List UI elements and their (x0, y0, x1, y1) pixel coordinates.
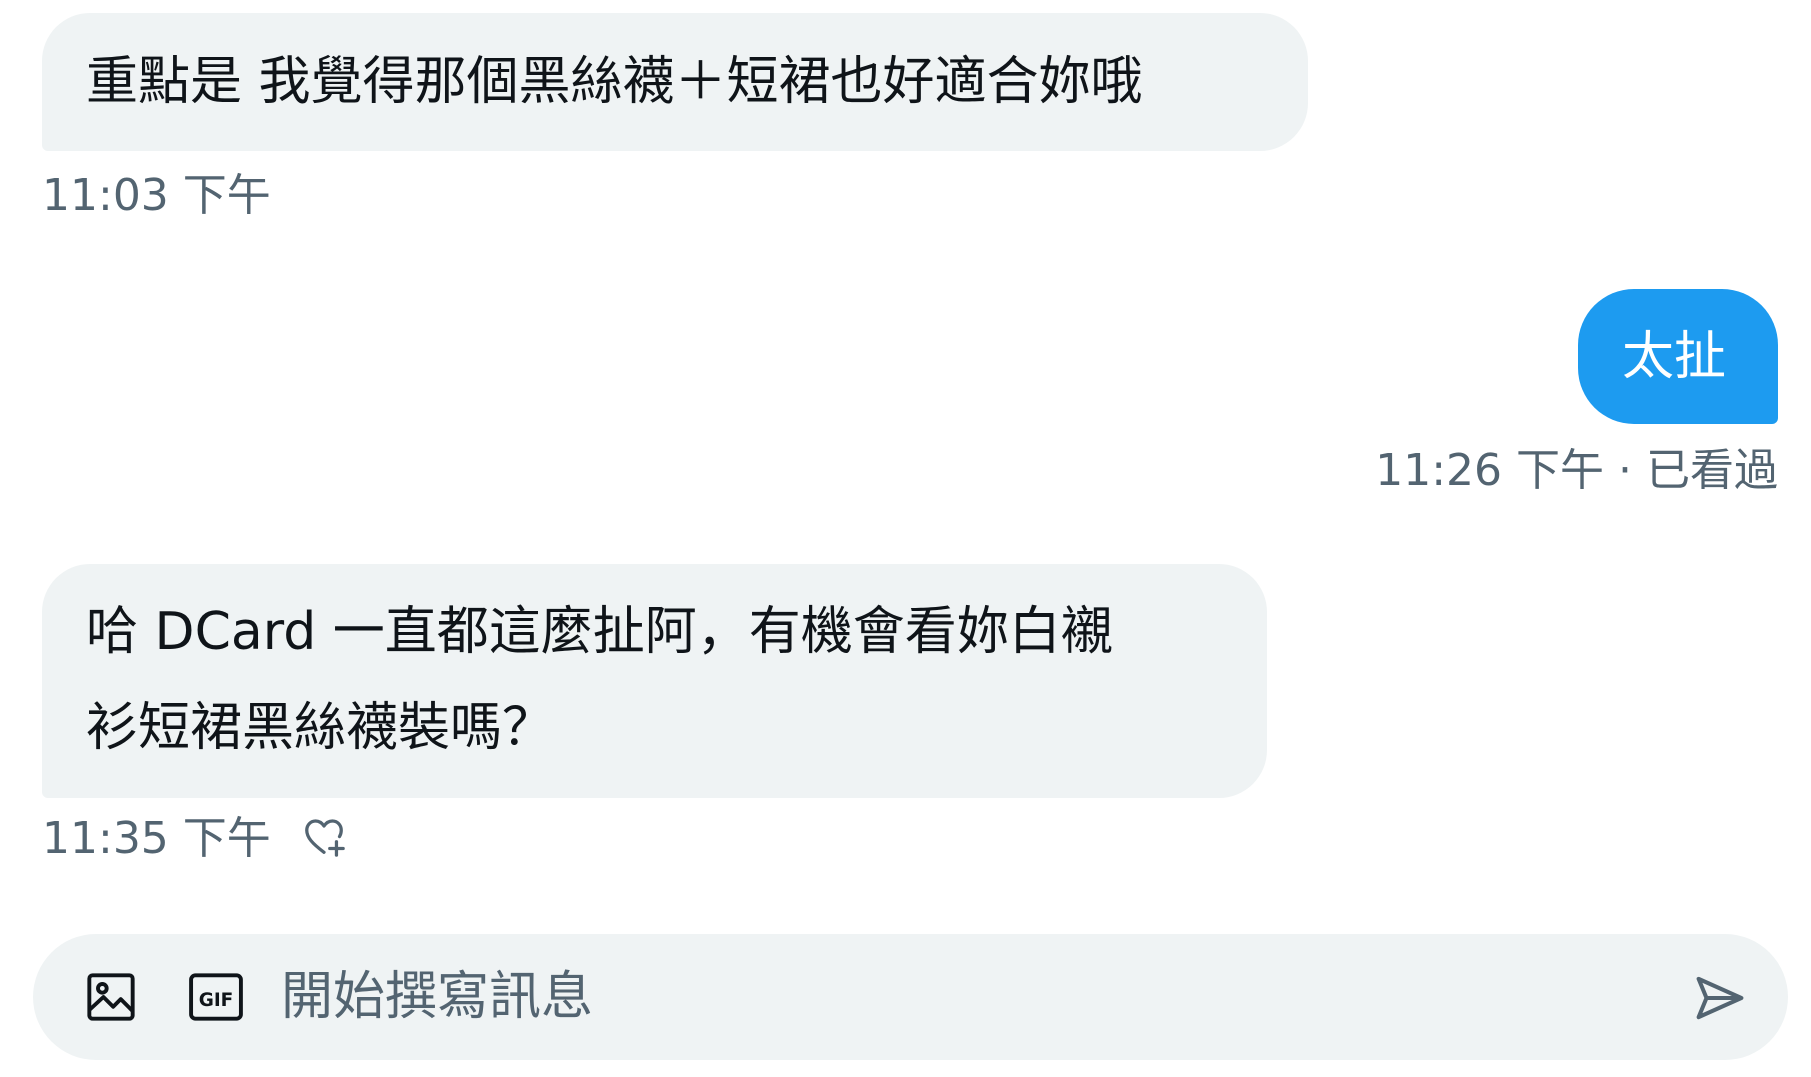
message-meta: 11:35 下午 (42, 811, 347, 867)
message-text-line: 衫短裙黑絲襪裝嗎？ (86, 698, 555, 758)
message-composer[interactable]: GIF 開始撰寫訊息 (33, 934, 1788, 1060)
received-message-bubble[interactable]: 重點是 我覺得那個黑絲襪＋短裙也好適合妳哦 (42, 13, 1308, 151)
received-message-bubble[interactable]: 哈 DCard 一直都這麼扯阿，有機會看妳白襯 衫短裙黑絲襪裝嗎？ (42, 564, 1267, 798)
message-text: 太扯 (1622, 327, 1727, 387)
svg-text:GIF: GIF (199, 990, 234, 1011)
send-icon[interactable] (1693, 971, 1747, 1025)
read-receipt: 已看過 (1646, 445, 1778, 496)
message-text-line: 哈 DCard 一直都這麼扯阿，有機會看妳白襯 (86, 602, 1113, 662)
meta-separator: · (1618, 445, 1632, 496)
message-text: 重點是 我覺得那個黑絲襪＋短裙也好適合妳哦 (86, 52, 1143, 112)
gif-icon[interactable]: GIF (187, 971, 243, 1023)
image-icon[interactable] (85, 971, 137, 1023)
message-timestamp: 11:03 下午 (42, 170, 271, 221)
sent-message-bubble[interactable]: 太扯 (1578, 289, 1778, 424)
message-timestamp: 11:26 下午 (1375, 445, 1604, 496)
message-input-placeholder[interactable]: 開始撰寫訊息 (281, 964, 593, 1030)
message-timestamp: 11:35 下午 (42, 813, 271, 864)
heart-plus-icon[interactable] (301, 813, 347, 859)
message-meta: 11:26 下午 · 已看過 (1375, 443, 1778, 499)
